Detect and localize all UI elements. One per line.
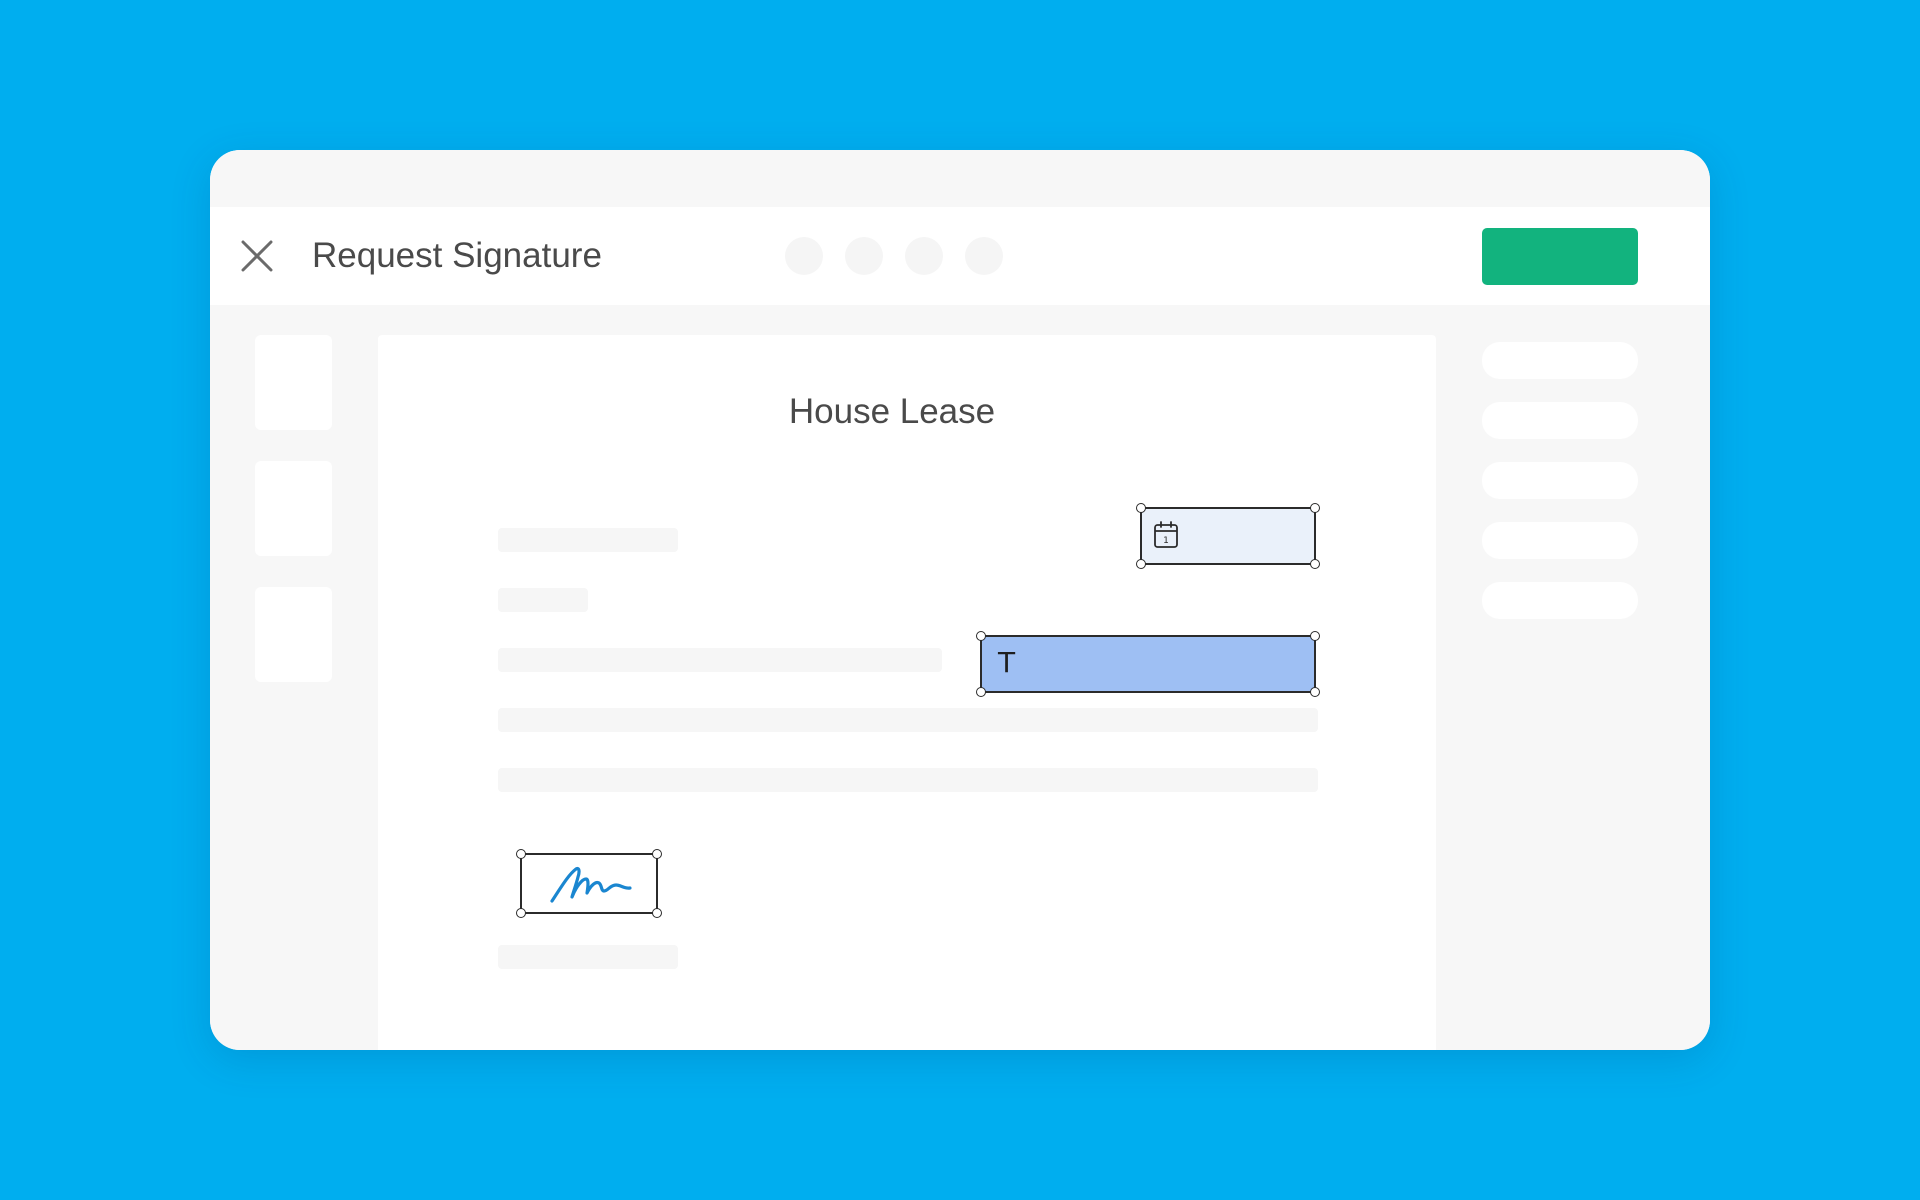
signature-field[interactable] xyxy=(516,849,662,918)
calendar-icon: 1 xyxy=(1154,521,1178,548)
resize-handle[interactable] xyxy=(652,908,662,918)
page-thumbnail-1[interactable] xyxy=(255,335,332,430)
send-button[interactable] xyxy=(1482,228,1638,285)
panel-item-5[interactable] xyxy=(1482,582,1638,619)
step-dot-2[interactable] xyxy=(845,237,883,275)
panel-item-4[interactable] xyxy=(1482,522,1638,559)
resize-handle[interactable] xyxy=(652,849,662,859)
panel-item-3[interactable] xyxy=(1482,462,1638,499)
resize-handle[interactable] xyxy=(1310,631,1320,641)
resize-handle[interactable] xyxy=(1310,503,1320,513)
editor-area: House Lease 1 T xyxy=(210,305,1710,1050)
close-button[interactable] xyxy=(240,239,274,273)
text-placeholder-line xyxy=(498,945,678,969)
resize-handle[interactable] xyxy=(516,908,526,918)
text-placeholder-line xyxy=(498,588,588,612)
date-field[interactable]: 1 xyxy=(1136,503,1320,569)
text-placeholder-line xyxy=(498,648,942,672)
calendar-day: 1 xyxy=(1163,536,1169,546)
page-thumbnail-2[interactable] xyxy=(255,461,332,556)
text-field[interactable]: T xyxy=(976,631,1320,697)
page-thumbnail-3[interactable] xyxy=(255,587,332,682)
signature-icon xyxy=(550,866,632,903)
resize-handle[interactable] xyxy=(1136,559,1146,569)
step-dot-3[interactable] xyxy=(905,237,943,275)
step-dot-4[interactable] xyxy=(965,237,1003,275)
resize-handle[interactable] xyxy=(976,687,986,697)
resize-handle[interactable] xyxy=(1310,687,1320,697)
text-placeholder-line xyxy=(498,528,678,552)
resize-handle[interactable] xyxy=(1310,559,1320,569)
resize-handle[interactable] xyxy=(516,849,526,859)
resize-handle[interactable] xyxy=(976,631,986,641)
document-title: House Lease xyxy=(788,392,996,431)
page-title: Request Signature xyxy=(312,236,602,275)
text-icon: T xyxy=(998,646,1016,679)
step-dot-1[interactable] xyxy=(785,237,823,275)
header-bar: Request Signature xyxy=(210,207,1710,305)
resize-handle[interactable] xyxy=(1136,503,1146,513)
document-page: House Lease 1 T xyxy=(378,335,1436,1050)
text-placeholder-line xyxy=(498,708,1318,732)
app-window: Request Signature House Lease 1 T xyxy=(210,150,1710,1050)
close-icon xyxy=(241,240,273,272)
text-placeholder-line xyxy=(498,768,1318,792)
panel-item-2[interactable] xyxy=(1482,402,1638,439)
window-title-bar xyxy=(210,150,1710,207)
panel-item-1[interactable] xyxy=(1482,342,1638,379)
